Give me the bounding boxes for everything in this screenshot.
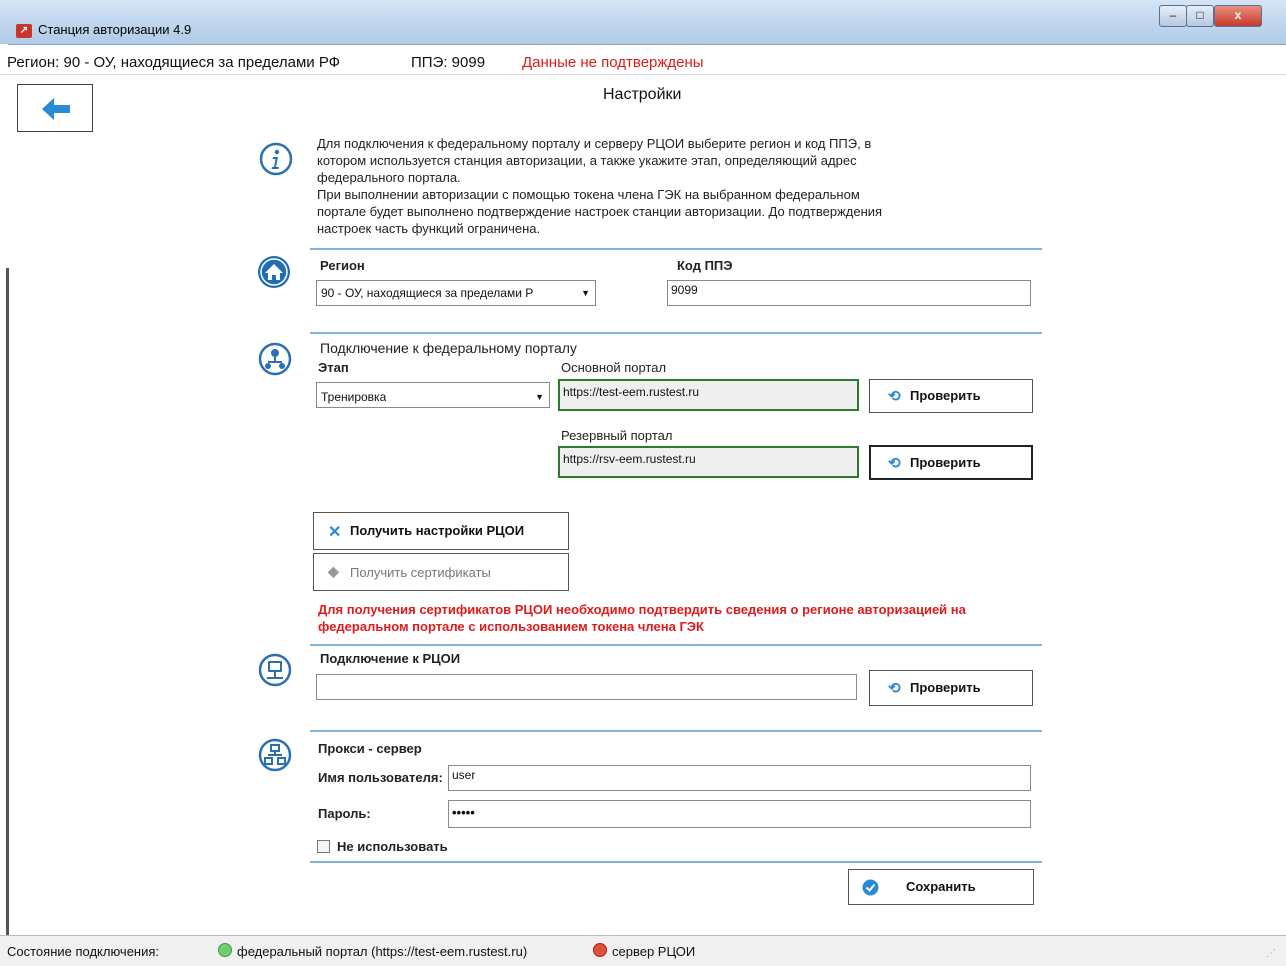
region-select-value: 90 - ОУ, находящиеся за пределами Р	[321, 286, 534, 300]
refresh-icon: ⟲	[888, 455, 901, 472]
separator	[310, 730, 1042, 732]
arrow-left-icon	[42, 98, 70, 120]
app-icon: ↗	[16, 24, 32, 38]
region-status-bar: Регион: 90 - ОУ, находящиеся за пределам…	[0, 50, 1286, 75]
region-select[interactable]: 90 - ОУ, находящиеся за пределами Р ▼	[316, 280, 596, 306]
info-text: Для подключения к федеральному порталу и…	[317, 136, 883, 236]
server-icon	[258, 653, 292, 687]
reserve-portal-field[interactable]: https://rsv-eem.rustest.ru	[558, 446, 859, 478]
network-icon	[258, 342, 292, 376]
portal-heading: Подключение к федеральному порталу	[320, 340, 577, 356]
get-rcoi-settings-button[interactable]: ✕ Получить настройки РЦОИ	[313, 512, 569, 550]
federal-status-text: федеральный портал (https://test-eem.rus…	[237, 944, 528, 959]
check-main-portal-button[interactable]: ⟲ Проверить	[869, 379, 1033, 413]
back-button[interactable]	[17, 84, 93, 132]
region-label: Регион	[320, 258, 365, 273]
proxy-heading: Прокси - сервер	[318, 741, 422, 756]
dont-use-proxy-label: Не использовать	[337, 839, 448, 854]
rcoi-heading: Подключение к РЦОИ	[320, 651, 461, 666]
username-label: Имя пользователя:	[318, 770, 443, 785]
refresh-icon: ⟲	[888, 680, 901, 697]
info-icon	[259, 142, 293, 176]
unconfirmed-status: Данные не подтверждены	[522, 54, 704, 71]
page-title: Настройки	[603, 86, 682, 103]
ppe-info: ППЭ: 9099	[411, 54, 486, 71]
main-portal-label: Основной портал	[561, 360, 667, 375]
rcoi-status-text: сервер РЦОИ	[612, 944, 696, 959]
tools-icon: ✕	[328, 524, 342, 541]
close-button[interactable]: x	[1214, 5, 1262, 27]
certificates-warning: Для получения сертификатов РЦОИ необходи…	[318, 602, 966, 634]
window-title: Станция авторизации 4.9	[38, 22, 192, 37]
separator	[310, 644, 1042, 646]
stage-select-value: Тренировка	[321, 390, 387, 404]
refresh-icon: ⟲	[888, 388, 901, 405]
main-portal-field[interactable]: https://test-eem.rustest.ru	[558, 379, 859, 411]
save-button[interactable]: Сохранить	[848, 869, 1034, 905]
status-label: Состояние подключения:	[7, 944, 160, 959]
password-field[interactable]: •••••	[448, 800, 1031, 828]
reserve-portal-label: Резервный портал	[561, 428, 673, 443]
dont-use-proxy-checkbox[interactable]	[317, 840, 330, 853]
home-icon	[258, 256, 290, 288]
separator	[310, 332, 1042, 334]
federal-status-indicator	[218, 943, 232, 957]
ppe-label: Код ППЭ	[677, 258, 733, 273]
separator	[310, 861, 1042, 863]
check-rcoi-button[interactable]: ⟲ Проверить	[869, 670, 1033, 706]
separator	[310, 248, 1042, 250]
minimize-button[interactable]: –	[1159, 5, 1187, 27]
tag-icon: ◆	[328, 563, 339, 579]
proxy-icon	[258, 738, 292, 772]
ppe-code-field[interactable]: 9099	[667, 280, 1031, 306]
resize-grip-icon[interactable]: ⋰	[1266, 948, 1276, 959]
window-titlebar: ↗ Станция авторизации 4.9 – □ x	[0, 0, 1286, 45]
check-circle-icon	[862, 879, 879, 896]
stage-select[interactable]: Тренировка ▼	[316, 382, 550, 408]
chevron-down-icon: ▼	[581, 288, 590, 298]
region-info: Регион: 90 - ОУ, находящиеся за пределам…	[7, 54, 341, 71]
rcoi-address-field[interactable]	[316, 674, 857, 700]
rcoi-status-indicator	[593, 943, 607, 957]
chevron-down-icon: ▼	[535, 392, 544, 402]
username-field[interactable]: user	[448, 765, 1031, 791]
check-reserve-portal-button[interactable]: ⟲ Проверить	[869, 445, 1033, 480]
window-frame-edge	[6, 268, 9, 938]
stage-label: Этап	[318, 360, 349, 375]
connection-status-bar: Состояние подключения: федеральный порта…	[0, 935, 1286, 966]
get-certificates-button[interactable]: ◆ Получить сертификаты	[313, 553, 569, 591]
password-label: Пароль:	[318, 806, 371, 821]
maximize-button[interactable]: □	[1186, 5, 1214, 27]
